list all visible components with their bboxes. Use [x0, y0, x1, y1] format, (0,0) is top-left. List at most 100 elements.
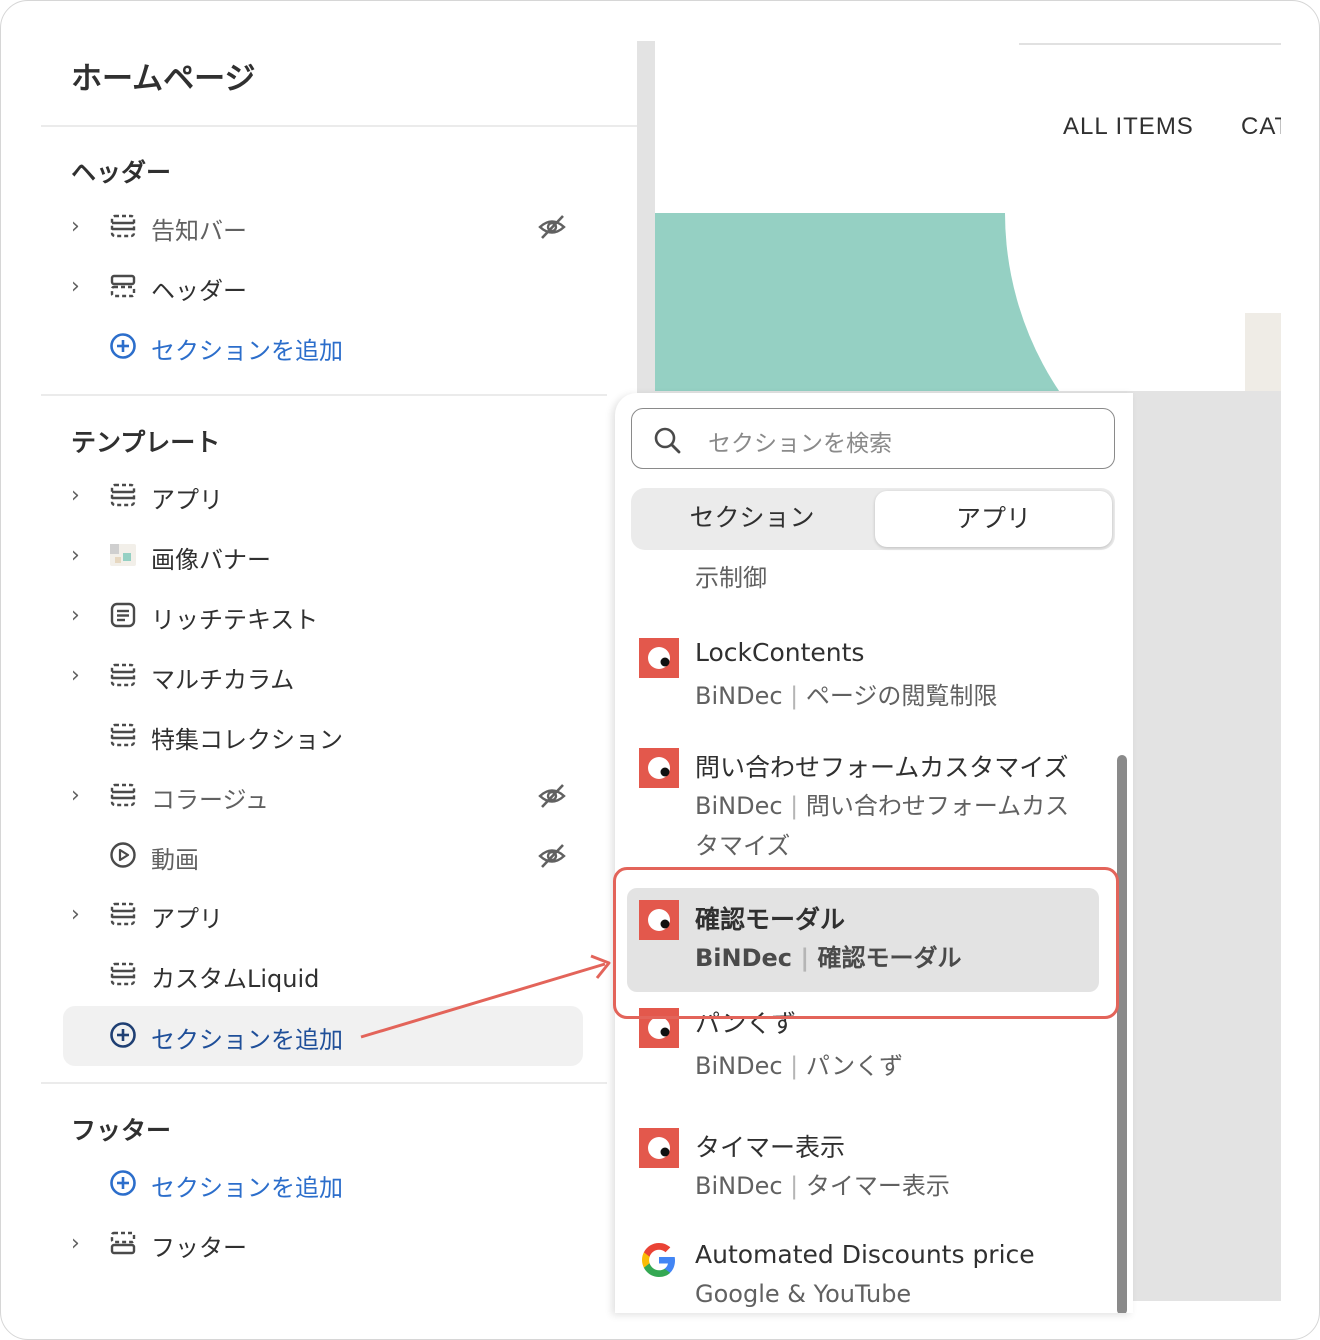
app-desc: パンくず: [805, 1052, 904, 1080]
app-vendor: BiNDec: [695, 682, 783, 710]
section-row-header[interactable]: › ヘッダー: [63, 259, 583, 315]
header-section-icon: [110, 274, 136, 298]
section-row-label: 動画: [151, 846, 199, 874]
chevron-right-icon[interactable]: ›: [71, 1230, 93, 1258]
add-section-popover: セクションを検索 セクション アプリ 示制御 LockContents BiND…: [615, 393, 1133, 1313]
divider: [41, 394, 607, 396]
popover-scrollbar[interactable]: [1117, 755, 1127, 1313]
play-icon: [110, 842, 136, 868]
eye-hidden-icon[interactable]: [537, 212, 567, 242]
chevron-right-icon[interactable]: ›: [71, 602, 93, 630]
group-title-header: ヘッダー: [71, 158, 172, 187]
app-name: 問い合わせフォームカスタマイズ: [695, 753, 1069, 782]
section-icon: [110, 962, 136, 986]
section-row-label: カスタムLiquid: [151, 965, 320, 993]
section-row-label: コラージュ: [151, 786, 269, 814]
add-section-label: セクションを追加: [151, 1174, 343, 1202]
eye-hidden-icon[interactable]: [537, 841, 567, 871]
list-item-app[interactable]: Automated Discounts price Google & YouTu…: [627, 1240, 1099, 1313]
section-icon: [110, 483, 136, 507]
section-row-label: マルチカラム: [151, 666, 295, 694]
section-row-video[interactable]: 動画: [63, 828, 583, 884]
page-title: ホームページ: [71, 61, 256, 97]
add-section-button-footer[interactable]: セクションを追加: [63, 1156, 583, 1212]
app-vendor: BiNDec: [695, 1172, 783, 1200]
annotation-highlight-box: [613, 867, 1119, 1019]
add-section-button-template[interactable]: セクションを追加: [63, 1006, 583, 1066]
chevron-right-icon[interactable]: ›: [71, 782, 93, 810]
section-row-announcement-bar[interactable]: › 告知バー: [63, 199, 583, 255]
section-row-footer[interactable]: › フッター: [63, 1216, 583, 1272]
section-icon: [110, 902, 136, 926]
section-row-app[interactable]: › アプリ: [63, 468, 583, 524]
bindec-logo-icon: [639, 638, 679, 678]
add-section-label: セクションを追加: [151, 1026, 343, 1054]
section-row-multicolumn[interactable]: › マルチカラム: [63, 648, 583, 704]
app-desc: ページの閲覧制限: [805, 682, 998, 710]
section-row-app-2[interactable]: › アプリ: [63, 887, 583, 943]
chevron-right-icon[interactable]: ›: [71, 542, 93, 570]
section-row-rich-text[interactable]: › リッチテキスト: [63, 588, 583, 644]
section-icon: [110, 214, 136, 238]
search-icon: [654, 427, 681, 454]
section-row-featured-collection[interactable]: 特集コレクション: [63, 708, 583, 764]
section-search-input[interactable]: セクションを検索: [631, 408, 1115, 469]
section-row-label: フッター: [151, 1234, 247, 1262]
chevron-right-icon[interactable]: ›: [71, 213, 93, 241]
tab-apps[interactable]: アプリ: [875, 491, 1112, 547]
plus-circle-icon: [110, 333, 136, 359]
tab-sections[interactable]: セクション: [631, 488, 873, 550]
separator: |: [790, 1172, 799, 1200]
image-thumbnail-icon: [110, 544, 136, 566]
app-vendor: BiNDec: [695, 1052, 783, 1080]
chevron-right-icon[interactable]: ›: [71, 482, 93, 510]
separator: |: [790, 1052, 799, 1080]
hero-banner-image: [655, 213, 1281, 391]
section-row-image-banner[interactable]: › 画像バナー: [63, 528, 583, 584]
section-icon: [110, 783, 136, 807]
text-icon: [110, 602, 136, 628]
separator: |: [790, 682, 799, 710]
separator: |: [790, 792, 799, 820]
app-vendor-desc: BiNDec | タイマー表示: [695, 1166, 1085, 1206]
footer-section-icon: [110, 1231, 136, 1255]
section-icon: [110, 663, 136, 687]
section-row-label: リッチテキスト: [151, 606, 319, 634]
section-row-label: 画像バナー: [151, 546, 271, 574]
bindec-logo-icon: [639, 748, 679, 788]
nav-link-all-items[interactable]: ALL ITEMS: [1063, 113, 1194, 141]
plus-circle-icon: [110, 1170, 136, 1196]
app-vendor-desc: BiNDec | パンくず: [695, 1046, 1085, 1086]
section-row-label: 特集コレクション: [151, 726, 343, 754]
section-row-label: ヘッダー: [151, 277, 247, 305]
chevron-right-icon[interactable]: ›: [71, 901, 93, 929]
hero-shape: [1005, 213, 1281, 391]
chevron-right-icon[interactable]: ›: [71, 662, 93, 690]
list-item-app[interactable]: パンくず BiNDec | パンくず: [627, 1008, 1099, 1102]
list-item-truncated[interactable]: 示制御: [627, 550, 1099, 600]
preview-page: ALL ITEMS CAT: [655, 41, 1281, 391]
eye-hidden-icon[interactable]: [537, 781, 567, 811]
group-title-template: テンプレート: [71, 428, 221, 457]
section-tree-panel: ホームページ ヘッダー › 告知バー › ヘッダー セクションを追加 テンプレー…: [41, 41, 637, 1301]
add-section-button-header[interactable]: セクションを追加: [63, 319, 583, 375]
list-item-app[interactable]: LockContents BiNDec | ページの閲覧制限: [627, 638, 1099, 728]
window-frame: ホームページ ヘッダー › 告知バー › ヘッダー セクションを追加 テンプレー…: [0, 0, 1320, 1340]
app-vendor-desc: BiNDec | 問い合わせフォームカスタマイズ: [695, 786, 1085, 866]
nav-link-category[interactable]: CAT: [1241, 113, 1281, 141]
popover-tabs: セクション アプリ: [631, 488, 1115, 550]
app-vendor: BiNDec: [695, 792, 783, 820]
list-item-app[interactable]: 問い合わせフォームカスタマイズ BiNDec | 問い合わせフォームカスタマイズ: [627, 748, 1099, 878]
list-item-app[interactable]: タイマー表示 BiNDec | タイマー表示: [627, 1128, 1099, 1218]
section-row-label: アプリ: [151, 486, 223, 514]
app-vendor-desc: BiNDec | ページの閲覧制限: [695, 676, 1085, 716]
app-desc: 示制御: [695, 564, 767, 592]
app-name: Automated Discounts price: [695, 1240, 1035, 1269]
section-row-custom-liquid[interactable]: カスタムLiquid: [63, 947, 583, 1003]
chevron-right-icon[interactable]: ›: [71, 273, 93, 301]
section-row-label: アプリ: [151, 905, 223, 933]
plus-circle-icon: [110, 1022, 136, 1048]
bindec-logo-icon: [639, 1128, 679, 1168]
section-row-collage[interactable]: › コラージュ: [63, 768, 583, 824]
section-row-label: 告知バー: [151, 217, 247, 245]
